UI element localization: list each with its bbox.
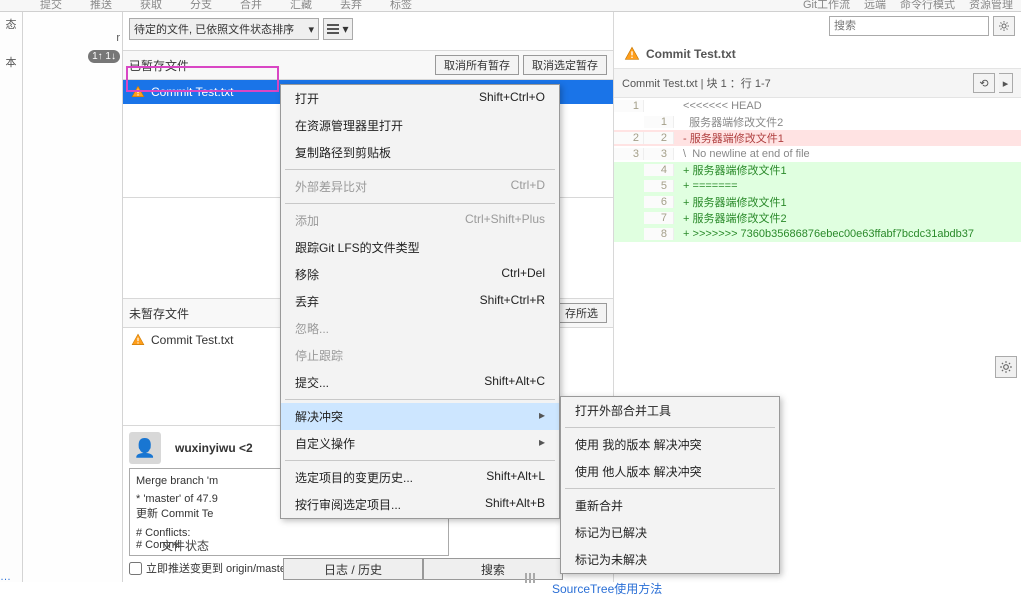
truncated-status: … [0,571,520,583]
diff-line[interactable]: 22 - 服务器端修改文件1 [614,130,1021,146]
hunk-header: Commit Test.txt | 块 1 ：行 1-7 ⟲ ▸ [614,69,1021,98]
ahead-behind-badge: 1↑ 1↓ [88,50,120,63]
ctx-lfs[interactable]: 跟踪Git LFS的文件类型 [281,234,559,261]
status-link[interactable]: SourceTree使用方法 [552,580,662,597]
diff-line[interactable]: 6 + 服务器端修改文件1 [614,194,1021,210]
file-status-label: 文件状态 [161,537,209,554]
warning-icon [624,46,640,62]
staged-header-label: 已暂存文件 [129,57,189,74]
commit-options-button[interactable] [995,356,1017,378]
ctx-discard[interactable]: 丢弃Shift+Ctrl+R [281,288,559,315]
toolbar-item[interactable]: 合并 [240,0,262,12]
toolbar-item[interactable]: 丢弃 [340,0,362,12]
ctx-stoptrack: 停止跟踪 [281,342,559,369]
ctx-remove[interactable]: 移除Ctrl+Del [281,261,559,288]
sort-combo-label: 待定的文件, 已依照文件状态排序 [134,21,294,37]
search-input[interactable] [829,16,989,36]
diff-line[interactable]: 7 + 服务器端修改文件2 [614,210,1021,226]
sub-mark-unresolved[interactable]: 标记为未解决 [561,546,779,573]
warning-icon [131,333,145,347]
diff-line[interactable]: 5 + ======= [614,178,1021,194]
view-mode-combo[interactable]: ▾ [323,18,353,40]
diff-line[interactable]: 1 <<<<<<< HEAD [614,98,1021,114]
ctx-custom[interactable]: 自定义操作▸ [281,430,559,457]
sub-remerge[interactable]: 重新合并 [561,492,779,519]
diff-file-name: Commit Test.txt [646,47,736,61]
left-item-a: 态 [0,12,22,36]
sub-use-theirs[interactable]: 使用 他人版本 解决冲突 [561,458,779,485]
left-item-b: 本 [0,50,22,74]
toolbar-item[interactable]: 命令行模式 [900,0,955,12]
diff-file-tab[interactable]: Commit Test.txt [614,40,1021,69]
gear-icon [999,360,1013,374]
ctx-review[interactable]: 按行审阅选定项目...Shift+Alt+B [281,491,559,518]
avatar: 👤 [129,432,161,464]
branch-sidebar: r 1↑ 1↓ [23,12,123,582]
diff-body: 1 <<<<<<< HEAD1 服务器端修改文件222 - 服务器端修改文件13… [614,98,1021,242]
committer-name: wuxinyiwu <2 [175,441,253,455]
sub-ext-merge[interactable]: 打开外部合并工具 [561,397,779,424]
toolbar-item[interactable]: 标签 [390,0,412,12]
toolbar-item[interactable]: 推送 [90,0,112,12]
diff-line[interactable]: 8 + >>>>>>> 7360b35686876ebec00e63ffabf7… [614,226,1021,242]
toolbar-item[interactable]: 远端 [864,0,886,12]
hunk-more-button[interactable]: ▸ [999,73,1013,93]
toolbar-item[interactable]: Git工作流 [803,0,850,12]
diff-line[interactable]: 1 服务器端修改文件2 [614,114,1021,130]
chevron-right-icon: ▸ [539,408,545,425]
ctx-open[interactable]: 打开Shift+Ctrl+O [281,85,559,112]
settings-button[interactable] [993,16,1015,36]
diff-line[interactable]: 33 \ No newline at end of file [614,146,1021,162]
unstage-selected-button[interactable]: 取消选定暂存 [523,55,607,75]
resize-handle-icon[interactable] [525,573,541,583]
toolbar-item[interactable]: 汇藏 [290,0,312,12]
ctx-ignore: 忽略... [281,315,559,342]
ctx-copypath[interactable]: 复制路径到剪贴板 [281,139,559,166]
chevron-down-icon: ▾ [342,22,348,36]
ctx-extdiff: 外部差异比对Ctrl+D [281,173,559,200]
ctx-add: 添加Ctrl+Shift+Plus [281,207,559,234]
chevron-right-icon: ▸ [539,435,545,452]
ctx-explorer[interactable]: 在资源管理器里打开 [281,112,559,139]
sub-mark-resolved[interactable]: 标记为已解决 [561,519,779,546]
diff-line[interactable]: 4 + 服务器端修改文件1 [614,162,1021,178]
toolbar-item[interactable]: 获取 [140,0,162,12]
revert-hunk-button[interactable]: ⟲ [973,73,995,93]
sort-combo[interactable]: 待定的文件, 已依照文件状态排序 ▾ [129,18,319,40]
toolbar-item[interactable]: 分支 [190,0,212,12]
lines-icon [327,24,339,34]
context-menu: 打开Shift+Ctrl+O 在资源管理器里打开 复制路径到剪贴板 外部差异比对… [280,84,560,519]
sub-use-mine[interactable]: 使用 我的版本 解决冲突 [561,431,779,458]
unstaged-header-label: 未暂存文件 [129,305,189,322]
unstage-all-button[interactable]: 取消所有暂存 [435,55,519,75]
ctx-loghist[interactable]: 选定项目的变更历史...Shift+Alt+L [281,464,559,491]
toolbar-item[interactable]: 资源管理 [969,0,1013,12]
branch-r: r [23,12,122,46]
hunk-label: Commit Test.txt | 块 1 ：行 1-7 [622,75,771,91]
gear-icon [998,20,1010,32]
ctx-commit[interactable]: 提交...Shift+Alt+C [281,369,559,396]
file-name: Commit Test.txt [151,85,233,99]
chevron-down-icon: ▾ [308,23,314,36]
resolve-submenu: 打开外部合并工具 使用 我的版本 解决冲突 使用 他人版本 解决冲突 重新合并 … [560,396,780,574]
file-name: Commit Test.txt [151,333,233,347]
left-sidebar: 态 本 [0,12,23,582]
ctx-resolve-conflict[interactable]: 解决冲突▸ [281,403,559,430]
toolbar: 提交 推送 获取 分支 合并 汇藏 丢弃 标签 Git工作流 远端 命令行模式 资源管理 [0,0,1021,12]
stage-selected-button-partial[interactable]: 存所选 [556,303,607,323]
toolbar-item[interactable]: 提交 [40,0,62,12]
warning-icon [131,85,145,99]
